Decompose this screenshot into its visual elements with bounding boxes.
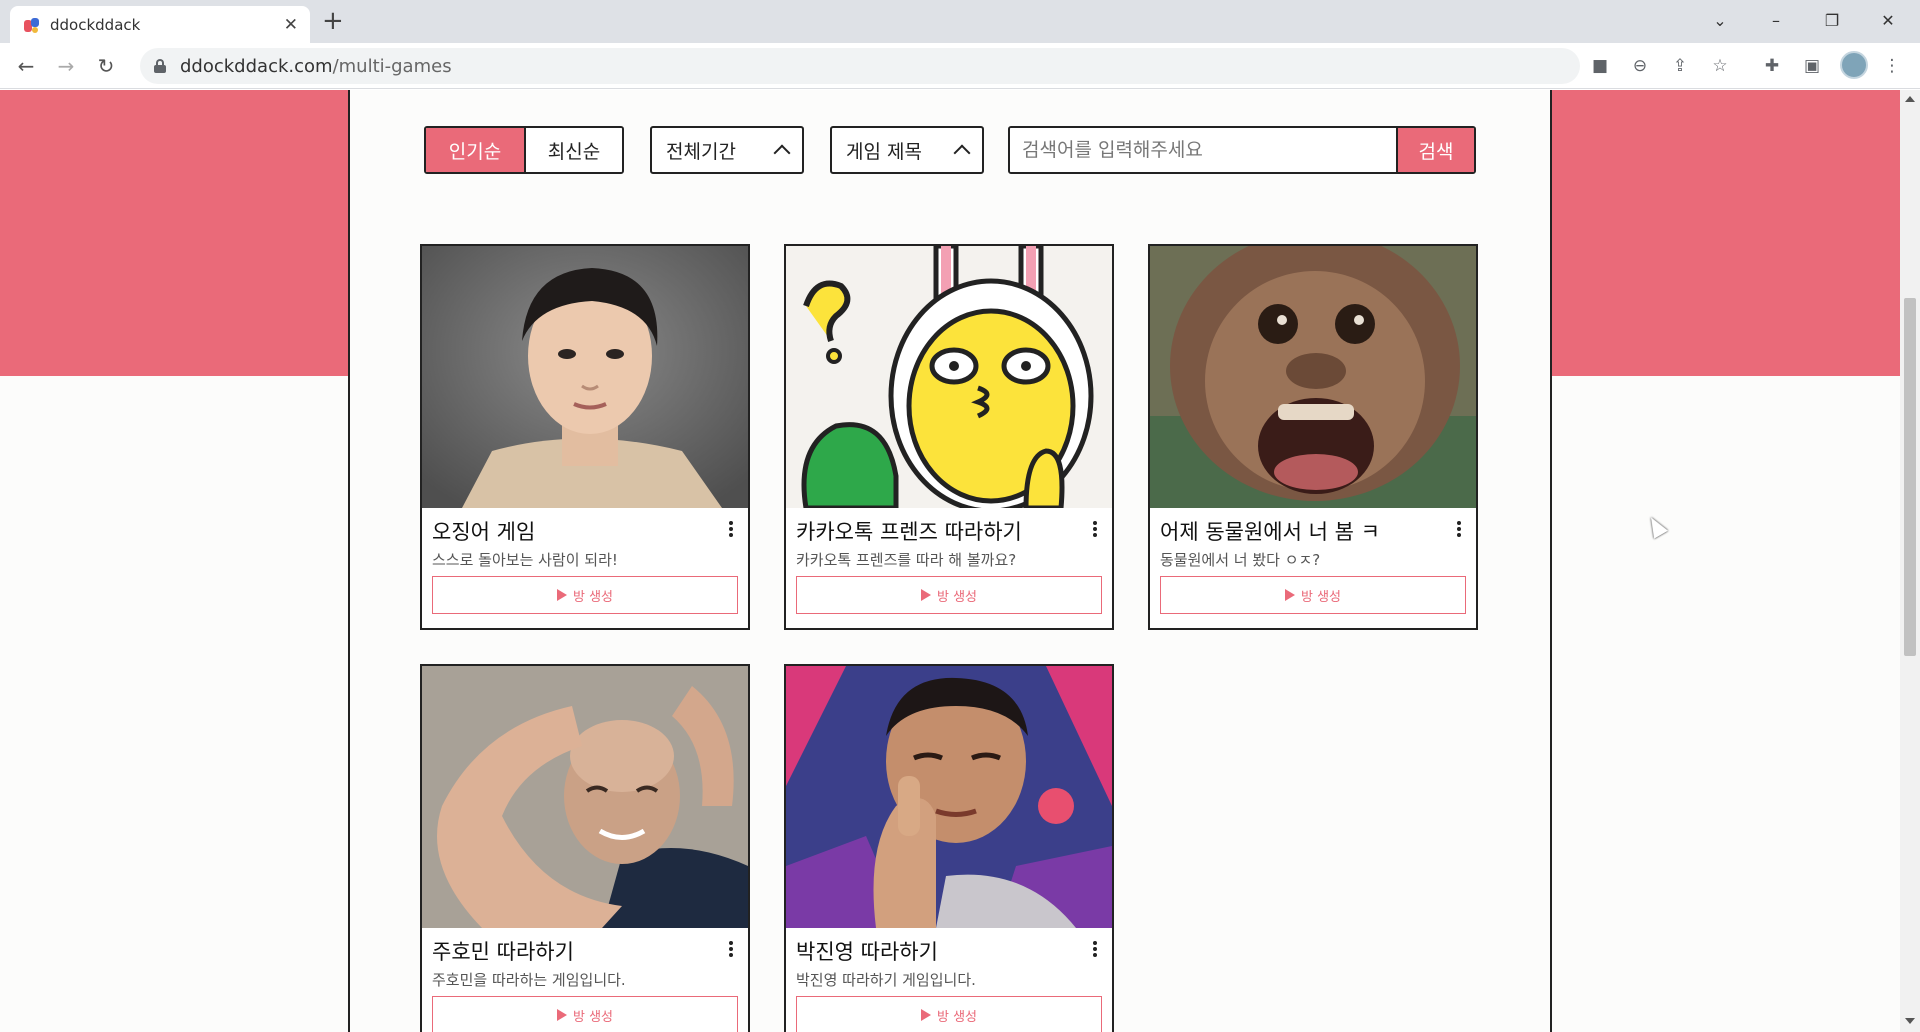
game-card[interactable]: 어제 동물원에서 너 봄 ㅋ 동물원에서 너 봤다 ㅇㅈ? 방 생성: [1148, 244, 1478, 630]
create-room-button[interactable]: 방 생성: [432, 576, 738, 614]
browser-tab[interactable]: ddockddack ✕: [10, 6, 310, 43]
game-thumbnail[interactable]: [422, 666, 748, 928]
game-card[interactable]: 오징어 게임 스스로 돌아보는 사람이 되라! 방 생성: [420, 244, 750, 630]
favicon-icon: [22, 16, 40, 34]
mouse-cursor-icon: [1644, 513, 1668, 539]
more-options-icon[interactable]: [726, 938, 736, 960]
play-icon: [556, 1009, 567, 1021]
kebab-menu-icon[interactable]: ⋮: [1880, 54, 1904, 78]
tab-search-icon[interactable]: ⌄: [1692, 0, 1748, 40]
create-room-button[interactable]: 방 생성: [796, 576, 1102, 614]
game-card[interactable]: 주호민 따라하기 주호민을 따라하는 게임입니다. 방 생성: [420, 664, 750, 1032]
chevron-up-icon: [953, 144, 971, 162]
new-tab-button[interactable]: +: [322, 8, 344, 34]
search-field-label: 게임 제목: [846, 140, 922, 163]
profile-avatar[interactable]: [1840, 51, 1868, 79]
camera-icon[interactable]: ■: [1588, 54, 1612, 78]
period-label: 전체기간: [666, 140, 736, 163]
lock-icon: [154, 59, 166, 73]
main-content: 인기순 최신순 전체기간 게임 제목 검색어를 입력해주세요 검색 오징어 게임…: [348, 90, 1552, 1032]
scrollbar-thumb[interactable]: [1904, 298, 1916, 656]
search-field-dropdown[interactable]: 게임 제목: [830, 126, 984, 174]
create-room-button[interactable]: 방 생성: [1160, 576, 1466, 614]
search-box: 검색: [1008, 126, 1476, 174]
restore-icon[interactable]: ❐: [1804, 0, 1860, 40]
share-icon[interactable]: ⇪: [1668, 54, 1692, 78]
back-icon[interactable]: ←: [12, 52, 40, 80]
game-thumbnail[interactable]: [786, 666, 1112, 928]
game-thumbnail[interactable]: [422, 246, 748, 508]
game-description: 주호민을 따라하는 게임입니다.: [432, 971, 626, 989]
browser-toolbar: ← → ↻ ddockddack.com/multi-games ■ ⊖ ⇪ ☆…: [0, 43, 1920, 89]
game-title: 오징어 게임: [432, 520, 536, 544]
page-viewport: 인기순 최신순 전체기간 게임 제목 검색어를 입력해주세요 검색 오징어 게임…: [0, 90, 1900, 1032]
search-input[interactable]: [1010, 128, 1396, 172]
game-card[interactable]: 박진영 따라하기 박진영 따라하기 게임입니다. 방 생성: [784, 664, 1114, 1032]
tab-title: ddockddack: [50, 15, 141, 34]
sort-popular-button[interactable]: 인기순: [426, 128, 524, 172]
address-bar[interactable]: ddockddack.com/multi-games: [140, 48, 1580, 84]
game-description: 동물원에서 너 봤다 ㅇㅈ?: [1160, 551, 1321, 569]
game-card[interactable]: 카카오톡 프렌즈 따라하기 카카오톡 프렌즈를 따라 해 볼까요? 방 생성: [784, 244, 1114, 630]
period-dropdown[interactable]: 전체기간: [650, 126, 804, 174]
game-title: 주호민 따라하기: [432, 940, 574, 964]
play-icon: [920, 1009, 931, 1021]
bookmark-star-icon[interactable]: ☆: [1708, 54, 1732, 78]
game-thumbnail[interactable]: [1150, 246, 1476, 508]
extensions-icon[interactable]: ✚: [1760, 54, 1784, 78]
more-options-icon[interactable]: [1454, 518, 1464, 540]
more-options-icon[interactable]: [1090, 518, 1100, 540]
create-room-button[interactable]: 방 생성: [432, 996, 738, 1032]
game-description: 박진영 따라하기 게임입니다.: [796, 971, 976, 989]
game-description: 스스로 돌아보는 사람이 되라!: [432, 551, 618, 569]
browser-tab-strip: ddockddack ✕ + ⌄ – ❐ ✕: [0, 0, 1920, 43]
scroll-down-icon[interactable]: [1905, 1018, 1915, 1024]
side-panel-icon[interactable]: ▣: [1800, 54, 1824, 78]
create-room-button[interactable]: 방 생성: [796, 996, 1102, 1032]
play-icon: [1284, 589, 1295, 601]
sort-latest-button[interactable]: 최신순: [524, 128, 622, 172]
forward-icon[interactable]: →: [52, 52, 80, 80]
play-icon: [920, 589, 931, 601]
close-window-icon[interactable]: ✕: [1860, 0, 1916, 40]
game-title: 박진영 따라하기: [796, 940, 938, 964]
scroll-up-icon[interactable]: [1905, 96, 1915, 102]
game-title: 카카오톡 프렌즈 따라하기: [796, 520, 1022, 544]
sort-toggle: 인기순 최신순: [424, 126, 624, 174]
search-button[interactable]: 검색: [1396, 128, 1474, 172]
game-thumbnail[interactable]: [786, 246, 1112, 508]
zoom-icon[interactable]: ⊖: [1628, 54, 1652, 78]
more-options-icon[interactable]: [1090, 938, 1100, 960]
more-options-icon[interactable]: [726, 518, 736, 540]
game-title: 어제 동물원에서 너 봄 ㅋ: [1160, 520, 1380, 544]
page-scrollbar[interactable]: [1900, 90, 1920, 1032]
game-description: 카카오톡 프렌즈를 따라 해 볼까요?: [796, 551, 1017, 569]
chevron-up-icon: [773, 144, 791, 162]
tab-close-icon[interactable]: ✕: [284, 15, 298, 35]
url-text: ddockddack.com/multi-games: [180, 55, 452, 77]
minimize-icon[interactable]: –: [1748, 0, 1804, 40]
reload-icon[interactable]: ↻: [92, 52, 120, 80]
play-icon: [556, 589, 567, 601]
